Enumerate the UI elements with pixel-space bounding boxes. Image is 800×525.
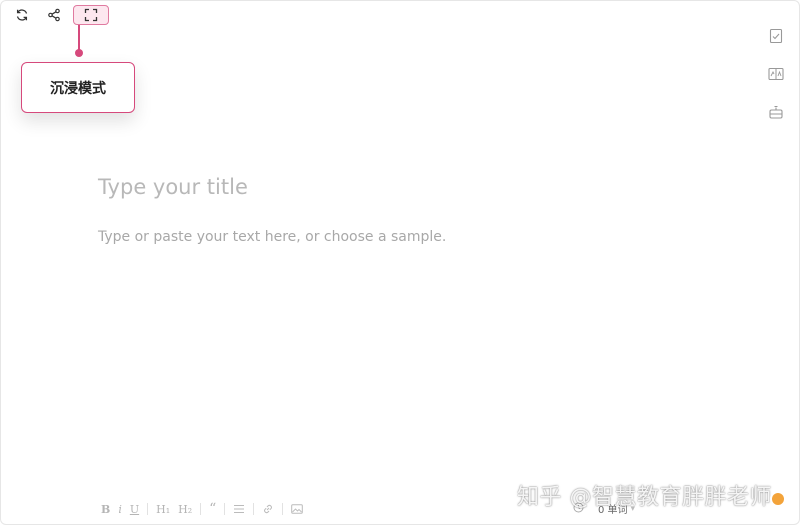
compare-button[interactable] xyxy=(767,65,785,83)
toolbar-divider xyxy=(224,503,226,515)
compare-icon xyxy=(768,67,784,81)
link-button[interactable] xyxy=(258,501,278,517)
refresh-icon xyxy=(16,9,28,21)
link-icon xyxy=(264,504,273,514)
robot-button[interactable] xyxy=(767,103,785,121)
image-icon xyxy=(291,504,304,514)
word-count-dropdown[interactable]: 0 单词 ▾ xyxy=(598,501,636,517)
side-toolbar xyxy=(767,27,785,121)
toolbar-divider xyxy=(147,503,149,515)
fullscreen-icon xyxy=(84,8,98,22)
bold-button[interactable]: B xyxy=(97,501,114,517)
editor-window: 沉浸模式 Type your title Type or paste your … xyxy=(0,0,800,525)
underline-button[interactable]: U xyxy=(126,501,143,517)
callout-dot xyxy=(75,49,83,57)
list-icon xyxy=(234,505,245,513)
checklist-button[interactable] xyxy=(767,27,785,45)
image-button[interactable] xyxy=(287,501,307,517)
chevron-down-icon: ▾ xyxy=(630,503,636,514)
heading2-button[interactable]: H₂ xyxy=(174,501,196,517)
share-button[interactable] xyxy=(41,5,67,25)
italic-button[interactable]: i xyxy=(114,501,126,517)
text-input[interactable]: Type or paste your text here, or choose … xyxy=(98,229,446,245)
refresh-button[interactable] xyxy=(9,5,35,25)
share-icon xyxy=(48,8,60,22)
watermark: 知乎 @智慧教育胖胖老师 xyxy=(517,485,772,510)
clock-icon xyxy=(573,502,584,512)
status-area: 0 单词 ▾ xyxy=(573,501,635,516)
list-button[interactable] xyxy=(229,501,249,517)
timer-button[interactable] xyxy=(573,502,584,516)
checklist-icon xyxy=(769,28,783,44)
toolbar-divider xyxy=(200,503,202,515)
title-input[interactable]: Type your title xyxy=(98,175,248,199)
word-count-label: 0 单词 xyxy=(598,505,628,516)
format-toolbar: B i U H₁ H₂ “ xyxy=(97,501,307,517)
immersive-mode-callout: 沉浸模式 xyxy=(21,62,135,113)
toolbar-divider xyxy=(253,503,255,515)
toolbar-divider xyxy=(282,503,284,515)
fullscreen-button[interactable] xyxy=(73,5,109,25)
quote-button[interactable]: “ xyxy=(205,501,220,517)
heading1-button[interactable]: H₁ xyxy=(152,501,174,517)
top-toolbar xyxy=(9,5,109,25)
assistant-badge-icon[interactable] xyxy=(772,493,784,505)
robot-icon xyxy=(769,105,783,119)
